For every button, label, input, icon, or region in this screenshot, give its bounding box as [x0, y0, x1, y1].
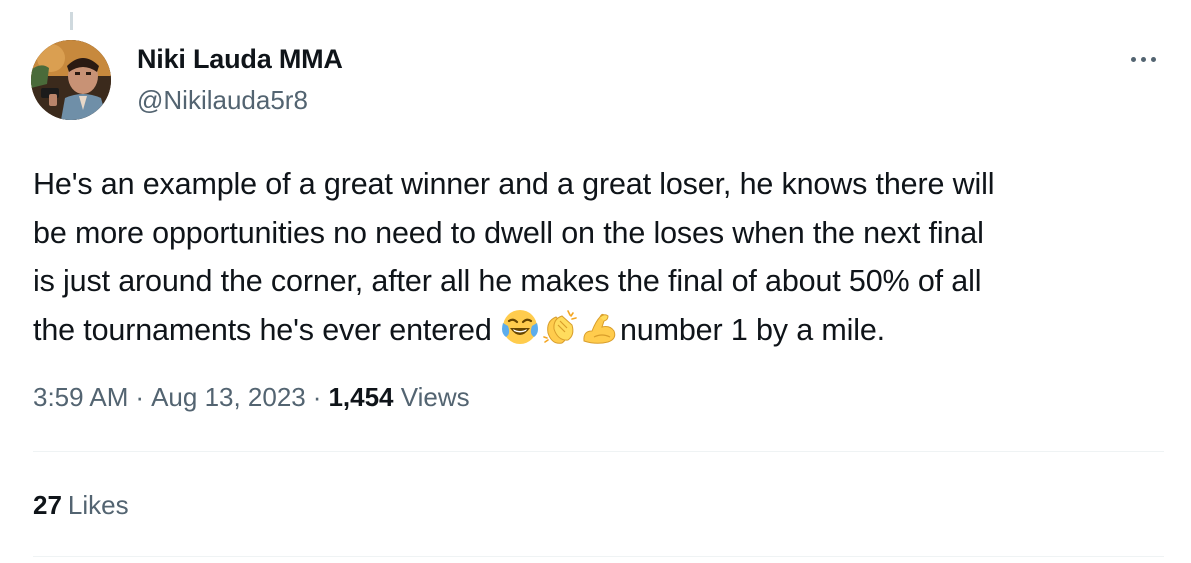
tweet-date-link[interactable]: Aug 13, 2023 [151, 382, 306, 412]
likes-link[interactable]: 27 Likes [33, 490, 129, 521]
face-with-tears-of-joy-icon [500, 307, 540, 347]
tweet-metadata: 3:59 AM · Aug 13, 2023 · 1,454 Views [33, 382, 470, 413]
meta-separator: · [135, 382, 145, 412]
more-options-button[interactable] [1123, 44, 1163, 74]
tweet-text-line: is just around the corner, after all he … [33, 264, 982, 298]
more-dot-icon [1130, 56, 1136, 62]
meta-separator: · [312, 382, 322, 412]
tweet-text-line: be more opportunities no need to dwell o… [33, 215, 984, 250]
tweet-text-line: the tournaments he's ever entered number… [33, 306, 1163, 355]
divider [33, 556, 1164, 557]
tweet-text: He's an example of a great winner and a … [33, 160, 1163, 354]
author-handle[interactable]: @Nikilauda5r8 [137, 85, 308, 116]
more-dot-icon [1150, 56, 1156, 62]
profile-photo-icon [31, 40, 111, 120]
divider [33, 451, 1164, 452]
likes-count: 27 [33, 490, 62, 520]
views-count: 1,454 [328, 382, 394, 412]
tweet-text-fragment: number 1 by a mile. [619, 312, 885, 347]
avatar[interactable] [31, 40, 111, 120]
flexed-biceps-icon [580, 307, 620, 347]
likes-label: Likes [67, 490, 129, 520]
author-display-name[interactable]: Niki Lauda MMA [137, 44, 343, 75]
tweet-time-link[interactable]: 3:59 AM [33, 382, 128, 412]
tweet-text-line: He's an example of a great winner and a … [33, 167, 995, 201]
views-label: Views [400, 382, 470, 412]
thread-connector-line [70, 12, 73, 30]
tweet-text-fragment: the tournaments he's ever entered [33, 312, 500, 347]
clapping-hands-icon [540, 307, 580, 347]
views-link[interactable]: 1,454 Views [328, 382, 469, 412]
more-dot-icon [1140, 56, 1146, 62]
